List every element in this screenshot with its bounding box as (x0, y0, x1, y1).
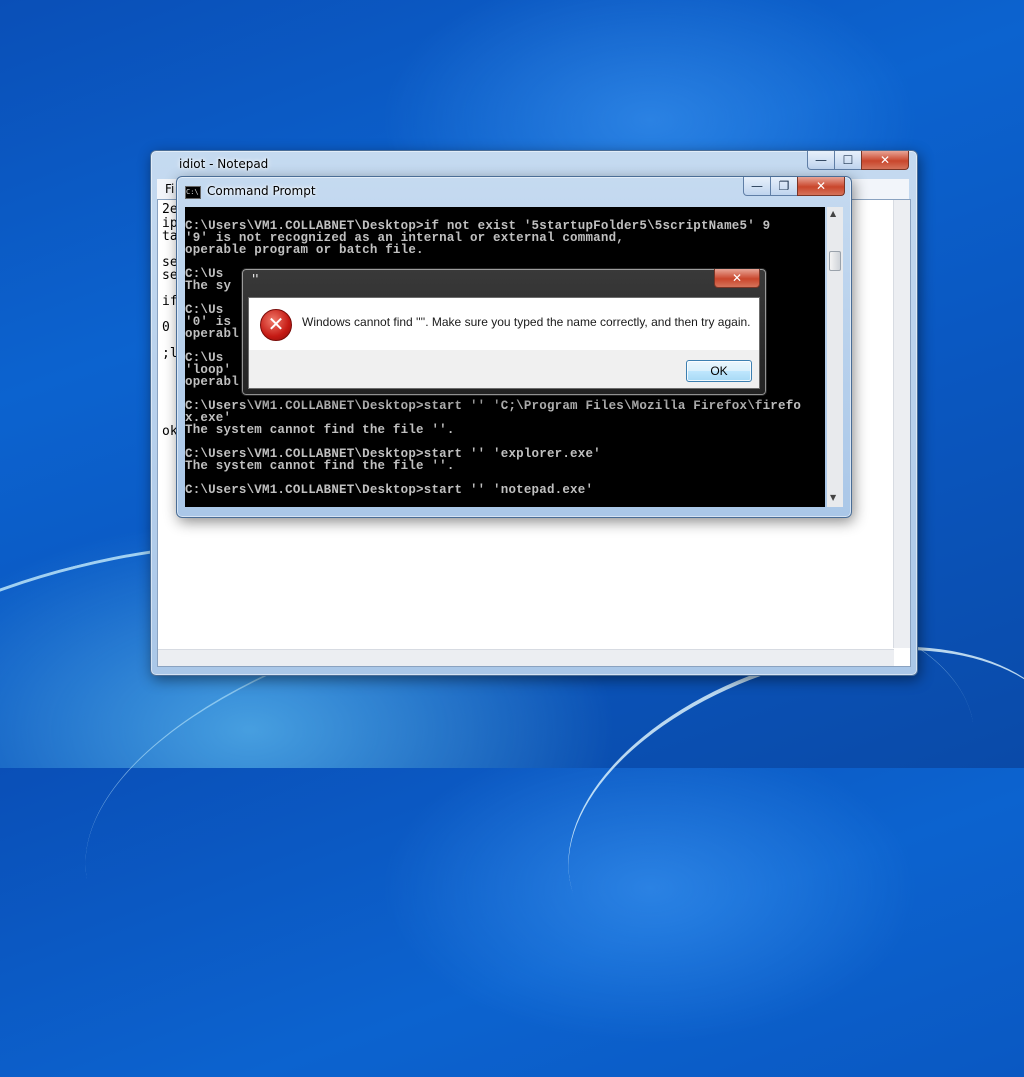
cmd-close-button[interactable]: ✕ (797, 177, 845, 196)
cmd-restore-button[interactable]: ❐ (770, 177, 798, 196)
console-line: operable program or batch file. (185, 243, 424, 257)
console-line: C:\Users\VM1.COLLABNET\Desktop>start '' … (185, 399, 802, 413)
dialog-message: Windows cannot find ''''. Make sure you … (302, 315, 751, 329)
menu-file[interactable]: Fi (165, 182, 174, 196)
scroll-down-arrow-icon[interactable]: ▼ (830, 493, 836, 502)
notepad-text-line: 0 (162, 320, 170, 335)
notepad-close-button[interactable]: ✕ (861, 151, 909, 170)
scroll-up-arrow-icon[interactable]: ▲ (830, 209, 836, 218)
console-line: operabl (185, 375, 239, 389)
console-line: The sy (185, 279, 232, 293)
cmd-vertical-scrollbar[interactable]: ▲ ▼ (827, 207, 843, 507)
console-line: The system cannot find the file ''. (185, 459, 455, 473)
console-line: C:\Users\VM1.COLLABNET\Desktop>start '' … (185, 483, 594, 497)
cmd-title: Command Prompt (207, 184, 316, 198)
dialog-body: ✕ Windows cannot find ''''. Make sure yo… (248, 297, 760, 389)
notepad-maximize-button[interactable]: ☐ (834, 151, 862, 170)
notepad-vertical-scrollbar[interactable] (893, 200, 910, 648)
notepad-horizontal-scrollbar[interactable] (158, 649, 894, 666)
dialog-title: '' (252, 272, 259, 286)
notepad-title: idiot - Notepad (179, 157, 269, 171)
cmd-minimize-button[interactable]: — (743, 177, 771, 196)
console-line: The system cannot find the file ''. (185, 423, 455, 437)
console-line: operabl (185, 327, 239, 341)
error-icon: ✕ (260, 309, 292, 341)
dialog-message-area: ✕ Windows cannot find ''''. Make sure yo… (249, 298, 759, 350)
notepad-minimize-button[interactable]: — (807, 151, 835, 170)
cmd-icon: C:\ (185, 186, 201, 199)
ok-button[interactable]: OK (686, 360, 752, 382)
cmd-scroll-thumb[interactable] (829, 251, 841, 271)
error-dialog[interactable]: '' ✕ ✕ Windows cannot find ''''. Make su… (241, 268, 767, 396)
dialog-close-button[interactable]: ✕ (714, 269, 760, 288)
